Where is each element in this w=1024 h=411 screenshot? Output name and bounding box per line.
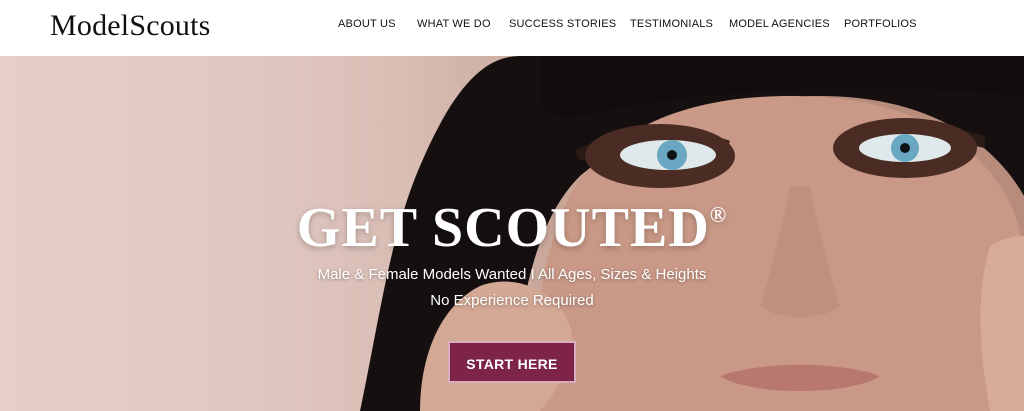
hero-title: GET SCOUTED®	[297, 197, 727, 259]
main-nav: ABOUT US WHAT WE DO SUCCESS STORIES TEST…	[0, 18, 1024, 38]
hero-headline: GET SCOUTED®	[0, 196, 1024, 260]
nav-link-success-stories[interactable]: SUCCESS STORIES	[509, 18, 616, 30]
right-hand	[980, 236, 1024, 411]
start-here-button[interactable]: START HERE	[448, 341, 576, 383]
hero-title-text: GET SCOUTED	[296, 197, 710, 259]
hero-subtitle-line-2: No Experience Required	[430, 292, 594, 309]
hero-subtitle-line-1: Male & Female Models Wanted I All Ages, …	[317, 266, 707, 283]
left-pupil	[667, 150, 677, 160]
nav-link-about-us[interactable]: ABOUT US	[338, 18, 396, 30]
nav-link-testimonials[interactable]: TESTIMONIALS	[630, 18, 713, 30]
hero-banner: GET SCOUTED® Male & Female Models Wanted…	[0, 56, 1024, 411]
top-navigation-bar: ModelScouts ABOUT US WHAT WE DO SUCCESS …	[0, 0, 1024, 56]
nav-link-portfolios[interactable]: PORTFOLIOS	[844, 18, 917, 30]
registered-mark: ®	[709, 202, 728, 227]
nav-link-what-we-do[interactable]: WHAT WE DO	[417, 18, 491, 30]
nav-link-model-agencies[interactable]: MODEL AGENCIES	[729, 18, 830, 30]
right-pupil	[900, 143, 910, 153]
